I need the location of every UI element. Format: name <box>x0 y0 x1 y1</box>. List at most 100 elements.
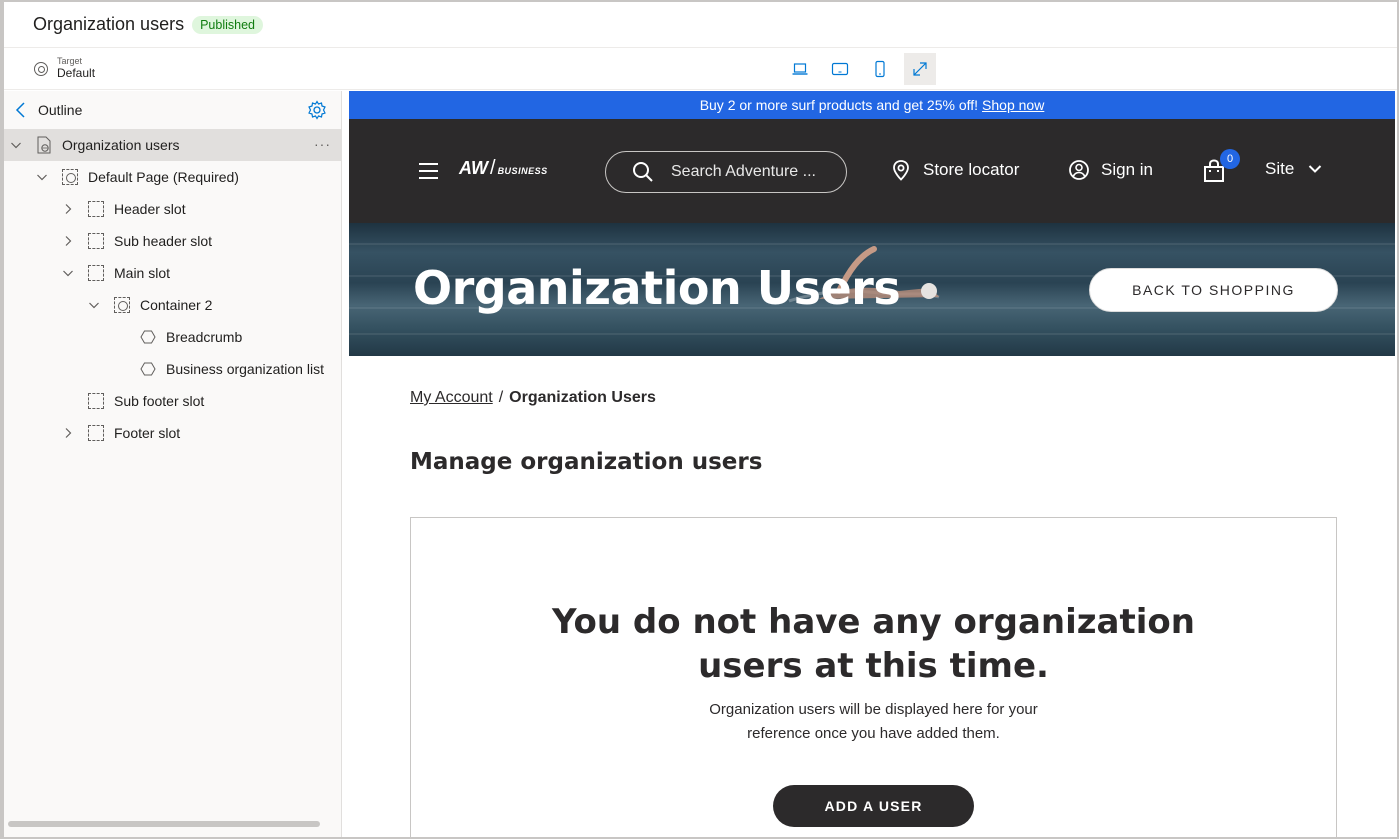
container-icon <box>114 297 130 313</box>
slot-icon <box>88 201 104 217</box>
site-logo[interactable]: AW / BUSINESS <box>459 157 548 180</box>
target-bar: Target Default <box>4 49 1397 90</box>
logo-sub: BUSINESS <box>497 166 548 176</box>
container-icon <box>62 169 78 185</box>
tree-item-sub-footer-slot[interactable]: Sub footer slot <box>4 385 341 417</box>
tree-item-label: Container 2 <box>140 297 213 313</box>
search-icon[interactable] <box>632 161 654 183</box>
site-selector[interactable]: Site <box>1265 159 1322 179</box>
expand-icon <box>913 62 927 76</box>
chevron-right-icon[interactable] <box>62 203 74 215</box>
target-label: Target <box>57 56 83 66</box>
tree-item-main-slot[interactable]: Main slot <box>4 257 341 289</box>
tablet-view-button[interactable] <box>824 53 856 85</box>
tree-item-label: Default Page (Required) <box>88 169 239 185</box>
tree-item-default-page[interactable]: Default Page (Required) <box>4 161 341 193</box>
page-title: Organization users <box>33 14 185 34</box>
cart-count-badge: 0 <box>1220 149 1240 169</box>
module-hexagon-icon <box>140 330 156 344</box>
section-heading: Manage organization users <box>410 449 763 475</box>
horizontal-scrollbar[interactable] <box>8 821 320 827</box>
outline-header: Outline <box>4 91 341 129</box>
store-locator-link[interactable]: Store locator <box>890 159 1019 181</box>
more-options-icon[interactable]: ··· <box>314 136 331 152</box>
breadcrumb-my-account-link[interactable]: My Account <box>410 389 493 407</box>
full-view-button[interactable] <box>904 53 936 85</box>
site-label: Site <box>1265 159 1295 178</box>
promo-text: Buy 2 or more surf products and get 25% … <box>699 97 979 113</box>
breadcrumb-current: Organization Users <box>509 389 656 406</box>
tree-item-label: Sub header slot <box>114 233 213 249</box>
empty-title-line-1: You do not have any organization <box>552 602 1195 642</box>
shop-now-link[interactable]: Shop now <box>982 97 1044 113</box>
tree-item-header-slot[interactable]: Header slot <box>4 193 341 225</box>
tree-item-container-2[interactable]: Container 2 <box>4 289 341 321</box>
logo-main: AW <box>459 158 488 178</box>
location-pin-icon <box>893 160 909 181</box>
title-bar: Organization users Published <box>4 2 1397 48</box>
mobile-icon <box>875 60 885 78</box>
tree-item-business-organization-list[interactable]: Business organization list <box>4 353 341 385</box>
slot-icon <box>88 425 104 441</box>
back-chevron-icon[interactable] <box>14 100 28 120</box>
chevron-down-icon[interactable] <box>62 267 74 279</box>
outline-panel: Outline Organization users ··· Default P… <box>4 91 342 837</box>
tree-item-label: Header slot <box>114 201 186 217</box>
empty-desc-line-2: reference once you have added them. <box>747 725 1000 742</box>
chevron-down-icon[interactable] <box>36 171 48 183</box>
breadcrumb-separator: / <box>498 389 504 406</box>
user-circle-icon <box>1069 160 1089 180</box>
breadcrumb: My Account / Organization Users <box>410 389 656 407</box>
settings-gear-icon[interactable] <box>307 100 327 120</box>
hero-title: Organization Users <box>413 261 901 315</box>
tablet-landscape-icon <box>831 62 849 76</box>
page-icon <box>37 136 51 154</box>
target-selector[interactable]: Target Default <box>34 56 95 81</box>
tree-item-label: Footer slot <box>114 425 181 441</box>
laptop-view-button[interactable] <box>784 53 816 85</box>
module-hexagon-icon <box>140 362 156 376</box>
sign-in-link[interactable]: Sign in <box>1068 159 1153 181</box>
logo-slash: / <box>490 157 496 179</box>
target-icon <box>34 61 48 76</box>
search-input[interactable] <box>671 163 821 181</box>
empty-state-description: Organization users will be displayed her… <box>411 698 1336 746</box>
slot-icon <box>88 265 104 281</box>
tree-item-sub-header-slot[interactable]: Sub header slot <box>4 225 341 257</box>
site-header: AW / BUSINESS Store locator Sign in 0 Si… <box>349 119 1395 223</box>
chevron-right-icon[interactable] <box>62 235 74 247</box>
chevron-down-icon[interactable] <box>10 139 22 151</box>
page-preview: Buy 2 or more surf products and get 25% … <box>349 91 1395 837</box>
slot-icon <box>88 393 104 409</box>
status-badge: Published <box>192 15 263 34</box>
search-box[interactable] <box>605 151 847 193</box>
tree-item-label: Main slot <box>114 265 171 281</box>
promo-banner: Buy 2 or more surf products and get 25% … <box>349 91 1395 119</box>
sign-in-label: Sign in <box>1101 160 1153 179</box>
chevron-right-icon[interactable] <box>62 427 74 439</box>
target-text: Target Default <box>57 56 95 81</box>
mobile-view-button[interactable] <box>864 53 896 85</box>
laptop-icon <box>792 63 808 75</box>
empty-desc-line-1: Organization users will be displayed her… <box>709 701 1038 718</box>
empty-state-panel: You do not have any organization users a… <box>410 517 1337 837</box>
tree-item-label: Breadcrumb <box>166 329 243 345</box>
tree-item-label: Sub footer slot <box>114 393 205 409</box>
target-value: Default <box>57 66 96 80</box>
chevron-down-icon[interactable] <box>88 299 100 311</box>
tree-item-footer-slot[interactable]: Footer slot <box>4 417 341 449</box>
hamburger-menu-icon[interactable] <box>419 163 438 179</box>
store-locator-label: Store locator <box>923 160 1020 179</box>
tree-item-breadcrumb[interactable]: Breadcrumb <box>4 321 341 353</box>
hero-banner: Organization Users BACK TO SHOPPING <box>349 223 1395 356</box>
empty-state-title: You do not have any organization users a… <box>411 600 1336 688</box>
outline-title: Outline <box>38 102 83 118</box>
chevron-down-icon <box>1309 165 1322 173</box>
back-to-shopping-button[interactable]: BACK TO SHOPPING <box>1089 268 1338 312</box>
slot-icon <box>88 233 104 249</box>
tree-item-label: Organization users <box>62 137 180 153</box>
add-user-button[interactable]: ADD A USER <box>773 785 974 827</box>
tree-item-organization-users[interactable]: Organization users ··· <box>4 129 341 161</box>
empty-title-line-2: users at this time. <box>698 646 1049 686</box>
tree-item-label: Business organization list <box>166 361 324 377</box>
